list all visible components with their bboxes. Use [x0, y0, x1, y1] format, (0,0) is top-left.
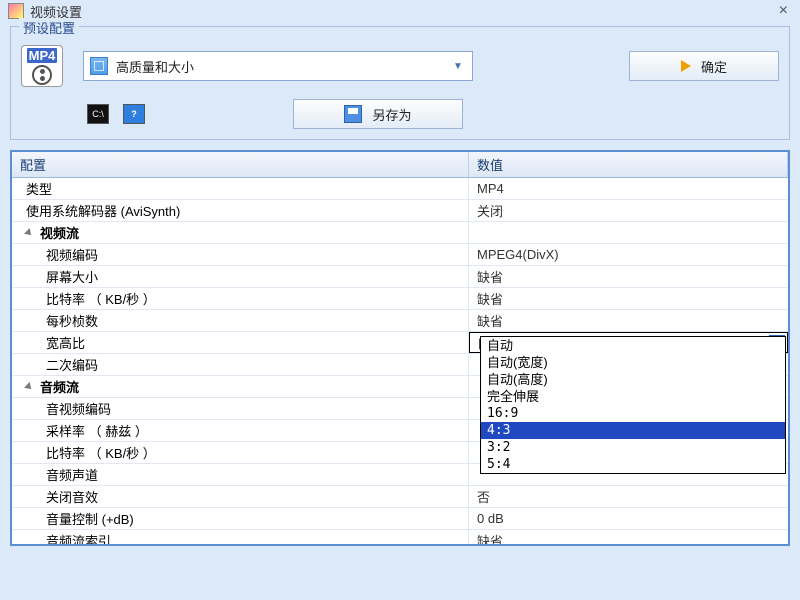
dropdown-option[interactable]: 自动(宽度)	[481, 354, 785, 371]
grid-cell-value[interactable]: 0 dB	[469, 508, 788, 529]
dropdown-option[interactable]: 完全伸展	[481, 388, 785, 405]
app-icon	[8, 3, 24, 19]
grid-cell-value[interactable]: 否	[469, 486, 788, 507]
grid-cell-label: 关闭音效	[12, 486, 469, 507]
aspect-ratio-dropdown[interactable]: 自动自动(宽度)自动(高度)完全伸展16:94:33:25:4	[480, 336, 786, 474]
grid-cell-label: 音频流索引	[12, 530, 469, 546]
chevron-down-icon: ▼	[450, 61, 466, 72]
grid-cell-label: 二次编码	[12, 354, 469, 375]
row-label: 使用系统解码器 (AviSynth)	[26, 201, 180, 220]
dropdown-option[interactable]: 自动	[481, 337, 785, 354]
grid-header-config: 配置	[12, 152, 469, 177]
row-value: 关闭	[477, 201, 503, 220]
grid-cell-label: 每秒桢数	[12, 310, 469, 331]
grid-cell-value[interactable]: 缺省	[469, 530, 788, 546]
settings-grid: 配置 数值 类型 MP4 使用系统解码器 (AviSynth) 关闭视频流视频编码 MP…	[10, 150, 790, 546]
row-label: 采样率 （ 赫兹 ）	[46, 421, 148, 440]
grid-header: 配置 数值	[12, 152, 788, 178]
grid-row[interactable]: 视频流	[12, 222, 788, 244]
preset-combo[interactable]: 高质量和大小 ▼	[83, 51, 473, 81]
dropdown-option[interactable]: 4:3	[481, 422, 785, 439]
grid-cell-label: 类型	[12, 178, 469, 199]
grid-cell-label: 屏幕大小	[12, 266, 469, 287]
grid-cell-value[interactable]: MP4	[469, 178, 788, 199]
row-label: 音频流索引	[46, 531, 111, 546]
format-badge-icon: MP4	[21, 45, 63, 87]
help-icon[interactable]: ?	[123, 104, 145, 124]
grid-cell-value	[469, 222, 788, 243]
grid-cell-label: 视频流	[12, 222, 469, 243]
grid-row[interactable]: 音频流索引 缺省	[12, 530, 788, 546]
preset-glyph-icon	[90, 57, 108, 75]
grid-row[interactable]: 音量控制 (+dB) 0 dB	[12, 508, 788, 530]
grid-row[interactable]: 屏幕大小 缺省	[12, 266, 788, 288]
row-value: 0 dB	[477, 511, 504, 526]
grid-cell-label: 采样率 （ 赫兹 ）	[12, 420, 469, 441]
grid-cell-value[interactable]: 缺省	[469, 288, 788, 309]
window-title: 视频设置	[30, 2, 775, 21]
row-value: 缺省	[477, 311, 503, 330]
row-value: 缺省	[477, 531, 503, 546]
grid-cell-label: 比特率 （ KB/秒 ）	[12, 442, 469, 463]
row-label: 宽高比	[46, 333, 85, 352]
row-label: 屏幕大小	[46, 267, 98, 286]
row-label: 每秒桢数	[46, 311, 98, 330]
grid-cell-value[interactable]: 关闭	[469, 200, 788, 221]
row-value: MPEG4(DivX)	[477, 247, 559, 262]
grid-header-value: 数值	[469, 152, 788, 177]
save-as-label: 另存为	[372, 105, 411, 124]
expand-toggle-icon[interactable]	[24, 228, 34, 238]
row-label: 视频流	[40, 223, 79, 242]
grid-row[interactable]: 每秒桢数 缺省	[12, 310, 788, 332]
arrow-right-icon	[681, 60, 691, 72]
row-label: 类型	[26, 179, 52, 198]
dropdown-option[interactable]: 3:2	[481, 439, 785, 456]
row-label: 音频流	[40, 377, 79, 396]
grid-cell-label: 使用系统解码器 (AviSynth)	[12, 200, 469, 221]
grid-cell-label: 视频编码	[12, 244, 469, 265]
expand-toggle-icon[interactable]	[24, 382, 34, 392]
grid-row[interactable]: 视频编码 MPEG4(DivX)	[12, 244, 788, 266]
row-label: 比特率 （ KB/秒 ）	[46, 289, 156, 308]
row-label: 关闭音效	[46, 487, 98, 506]
terminal-icon[interactable]: C:\	[87, 104, 109, 124]
grid-cell-label: 音频流	[12, 376, 469, 397]
ok-button[interactable]: 确定	[629, 51, 779, 81]
grid-row[interactable]: 比特率 （ KB/秒 ） 缺省	[12, 288, 788, 310]
row-label: 视频编码	[46, 245, 98, 264]
preset-frame: 预设配置 MP4 高质量和大小 ▼ 确定 C:\ ? 另存为	[10, 26, 790, 140]
row-label: 音量控制 (+dB)	[46, 509, 134, 528]
grid-cell-label: 宽高比	[12, 332, 469, 353]
grid-cell-value[interactable]: MPEG4(DivX)	[469, 244, 788, 265]
grid-cell-value[interactable]: 缺省	[469, 310, 788, 331]
grid-cell-label: 比特率 （ KB/秒 ）	[12, 288, 469, 309]
dropdown-option[interactable]: 16:9	[481, 405, 785, 422]
grid-row[interactable]: 类型 MP4	[12, 178, 788, 200]
grid-cell-label: 音频声道	[12, 464, 469, 485]
grid-cell-label: 音量控制 (+dB)	[12, 508, 469, 529]
row-value: 否	[477, 487, 490, 506]
grid-cell-label: 音视频编码	[12, 398, 469, 419]
row-value: MP4	[477, 181, 504, 196]
dropdown-option[interactable]: 自动(高度)	[481, 371, 785, 388]
save-icon	[344, 105, 362, 123]
row-label: 二次编码	[46, 355, 98, 374]
grid-row[interactable]: 关闭音效 否	[12, 486, 788, 508]
row-label: 比特率 （ KB/秒 ）	[46, 443, 156, 462]
preset-legend: 预设配置	[19, 18, 79, 37]
ok-button-label: 确定	[701, 57, 727, 76]
grid-row[interactable]: 使用系统解码器 (AviSynth) 关闭	[12, 200, 788, 222]
close-icon[interactable]: ×	[775, 2, 792, 20]
grid-cell-value[interactable]: 缺省	[469, 266, 788, 287]
row-label: 音视频编码	[46, 399, 111, 418]
row-label: 音频声道	[46, 465, 98, 484]
row-value: 缺省	[477, 267, 503, 286]
preset-combo-label: 高质量和大小	[116, 57, 450, 76]
preset-row-main: MP4 高质量和大小 ▼ 确定	[21, 45, 779, 87]
titlebar: 视频设置 ×	[0, 0, 800, 22]
row-value: 缺省	[477, 289, 503, 308]
save-as-button[interactable]: 另存为	[293, 99, 463, 129]
preset-row-tools: C:\ ? 另存为	[21, 99, 779, 129]
dropdown-option[interactable]: 5:4	[481, 456, 785, 473]
